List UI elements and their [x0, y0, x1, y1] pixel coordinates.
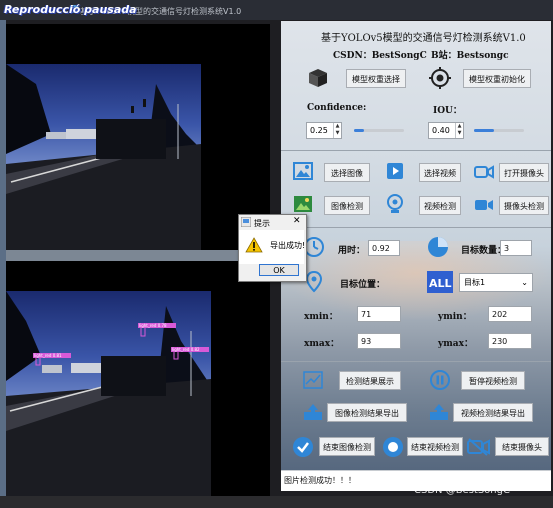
image-icon — [293, 162, 313, 180]
original-image-panel — [6, 24, 270, 250]
cube-icon — [309, 69, 327, 87]
desktop-bottom-edge — [0, 496, 553, 508]
export-image-button[interactable]: 图像检测结果导出 — [327, 403, 407, 422]
panel-divider — [6, 250, 270, 261]
svg-text:ALL: ALL — [429, 277, 452, 290]
line-chart-icon — [303, 371, 323, 389]
iou-label: IOU： — [433, 106, 462, 116]
pie-chart-icon — [428, 237, 448, 257]
camera-off-icon — [467, 438, 490, 456]
end-video-button[interactable]: 结束视频检测 — [407, 437, 463, 456]
video-detect-button[interactable]: 视频检测 — [419, 196, 461, 215]
iou-spinbox[interactable]: 0.40 ▲ ▼ — [428, 122, 464, 139]
dialog-ok-button[interactable]: OK — [259, 264, 299, 276]
camera-detect-icon — [475, 200, 493, 210]
dialog-title: 提示 — [254, 219, 270, 228]
camera-detect-button[interactable]: 摄像头检测 — [499, 196, 549, 215]
time-label: 用时： — [338, 246, 366, 256]
ymin-field[interactable]: 202 — [488, 306, 532, 322]
app-title: 基于YOLOv5模型的交通信号灯检测系统V1.0 — [321, 33, 526, 44]
init-weights-button[interactable]: 模型权重初始化 — [463, 69, 531, 88]
iou-slider[interactable] — [474, 129, 524, 132]
stop-icon — [383, 437, 403, 457]
image-detect-button[interactable]: 图像检测 — [324, 196, 370, 215]
select-image-button[interactable]: 选择图像 — [324, 163, 370, 182]
dialog-close-icon[interactable]: ✕ — [293, 216, 301, 226]
xmin-field[interactable]: 71 — [357, 306, 401, 322]
dialog-message: 导出成功! — [270, 241, 306, 250]
warning-icon — [245, 237, 263, 253]
chevron-down-icon[interactable]: ⌄ — [521, 274, 528, 291]
control-panel: 基于YOLOv5模型的交通信号灯检测系统V1.0 CSDN：BestSongC … — [281, 21, 551, 489]
iou-slider-fill — [474, 129, 494, 132]
select-weights-button[interactable]: 模型权重选择 — [346, 69, 406, 88]
position-label: 目标位置： — [340, 280, 386, 290]
confidence-slider[interactable] — [354, 129, 404, 132]
confidence-spinbox[interactable]: 0.25 ▲ ▼ — [306, 122, 342, 139]
video-camera-icon — [474, 165, 494, 179]
csdn-watermark: CSDN @BestSongC — [414, 485, 510, 496]
count-field[interactable]: 3 — [500, 240, 532, 256]
confidence-label: Confidence: — [307, 103, 367, 113]
pause-icon — [430, 370, 450, 390]
target-select[interactable]: 目标1 ⌄ — [459, 273, 533, 292]
show-results-button[interactable]: 检测结果展示 — [339, 371, 401, 390]
playback-paused-label: Reproducció pausada — [4, 3, 137, 16]
webcam-icon — [387, 194, 403, 213]
end-camera-button[interactable]: 结束摄像头 — [495, 437, 549, 456]
detection-result-panel: light_red 0.78 light_red 0.81 light_red … — [6, 261, 270, 496]
target-icon — [429, 67, 451, 89]
time-field[interactable]: 0.92 — [368, 240, 400, 256]
ymax-label: ymax： — [438, 339, 473, 349]
detection-label: light_red 0.78 — [139, 323, 167, 328]
xmax-field[interactable]: 93 — [357, 333, 401, 349]
all-icon: ALL — [427, 271, 453, 293]
bilibili-label: B站：Bestsongc — [431, 51, 509, 61]
detection-label: light_red 0.81 — [34, 353, 62, 358]
ymax-field[interactable]: 230 — [488, 333, 532, 349]
confidence-slider-fill — [354, 129, 364, 132]
xmax-label: xmax： — [304, 339, 340, 349]
export-video-icon — [430, 404, 448, 420]
spin-arrows-icon[interactable]: ▲ ▼ — [455, 123, 463, 138]
xmin-label: xmin： — [304, 312, 338, 322]
spin-arrows-icon[interactable]: ▲ ▼ — [333, 123, 341, 138]
csdn-label: CSDN：BestSongC — [333, 51, 427, 61]
status-message: 图片检测成功！！！ — [284, 476, 356, 485]
export-image-icon — [304, 404, 322, 420]
image-detect-icon — [294, 196, 312, 212]
location-pin-icon — [305, 271, 323, 293]
video-file-icon — [387, 163, 403, 179]
check-circle-icon — [293, 437, 313, 457]
export-video-button[interactable]: 视频检测结果导出 — [453, 403, 533, 422]
dialog-app-icon — [241, 217, 251, 227]
end-image-button[interactable]: 结束图像检测 — [319, 437, 375, 456]
road-scene-detected: light_red 0.78 light_red 0.81 light_red … — [6, 261, 270, 496]
ymin-label: ymin： — [438, 312, 472, 322]
pause-video-button[interactable]: 暂停视频检测 — [461, 371, 525, 390]
select-video-button[interactable]: 选择视频 — [419, 163, 461, 182]
road-scene-original — [6, 24, 270, 250]
detection-label: light_red 0.82 — [172, 347, 200, 352]
open-camera-button[interactable]: 打开摄像头 — [499, 163, 549, 182]
